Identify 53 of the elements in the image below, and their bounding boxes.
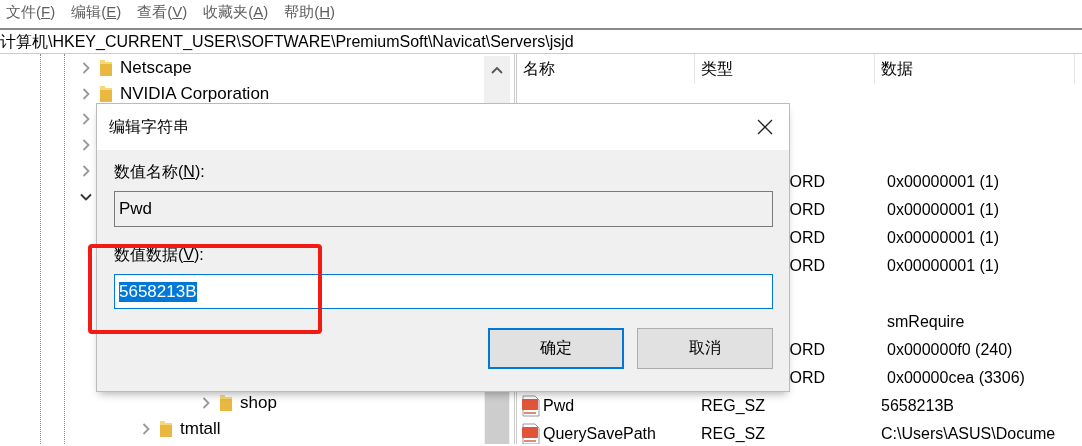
field-label: 数值名称(N): [114,162,205,182]
value-data: 5658213B [881,397,954,414]
chevron-right-icon[interactable] [80,87,92,100]
value-data: 0x00000cea (3306) [887,369,1025,386]
address-bar[interactable]: 计算机\HKEY_CURRENT_USER\SOFTWARE\PremiumSoft\Navicat\Servers\jsjd [0,28,1082,54]
dialog-title: 编辑字符串 [109,116,189,137]
value-data: 0x00000001 (1) [887,173,1000,190]
column-header[interactable]: 类型 [695,54,875,84]
value-type: ORD [789,201,825,218]
column-header[interactable]: 名称 [517,54,695,84]
value-data: 0x00000001 (1) [887,201,1000,218]
tree-item[interactable]: NVIDIA Corporation [120,83,270,104]
value-data: 0x00000001 (1) [887,229,1000,246]
column-header[interactable]: 数据 [875,54,1075,84]
menu-item[interactable]: 查看(V) [135,2,190,22]
value-type: ORD [789,369,825,386]
folder-icon [100,59,112,76]
value-data-field[interactable]: 5658213B [114,274,773,309]
close-icon[interactable] [757,119,773,135]
value-type: ORD [789,229,825,246]
folder-icon [100,85,112,102]
value-type: REG_SZ [701,397,765,414]
value-data: C:\Users\ASUS\Docume [881,425,1056,442]
value-data: smRequire [887,313,965,330]
chevron-right-icon[interactable] [200,397,212,410]
ok-button[interactable]: 确定 [488,328,624,369]
tree-item[interactable]: shop [240,393,277,414]
menu-item[interactable]: 收藏夹(A) [201,2,271,22]
value-data: 0x000000f0 (240) [887,341,1013,358]
value-type: ORD [789,341,825,358]
value-type: REG_SZ [701,425,765,442]
field-label: 数值数据(V): [114,245,204,265]
value-type: ORD [789,173,825,190]
value-name[interactable]: QuerySavePath [543,425,656,443]
folder-icon [220,395,232,412]
chevron-right-icon[interactable] [80,139,92,152]
scroll-up-icon[interactable] [491,66,503,74]
chevron-right-icon[interactable] [80,113,92,126]
tree-item[interactable]: Netscape [120,57,192,78]
tree-item[interactable]: tmtall [180,419,221,440]
string-value-icon [521,395,541,417]
value-data: 0x00000001 (1) [887,257,1000,274]
value-name-field[interactable]: Pwd [114,191,773,227]
chevron-right-icon[interactable] [80,165,92,178]
cancel-button[interactable]: 取消 [637,328,773,369]
chevron-right-icon[interactable] [140,423,152,436]
menu-item[interactable]: 文件(F) [4,2,58,22]
menu-item[interactable]: 编辑(E) [69,2,124,22]
value-type: ORD [789,257,825,274]
value-name[interactable]: Pwd [543,397,575,415]
menu-item[interactable]: 帮助(H) [282,2,338,22]
folder-icon [160,421,172,438]
chevron-right-icon[interactable] [80,61,92,74]
